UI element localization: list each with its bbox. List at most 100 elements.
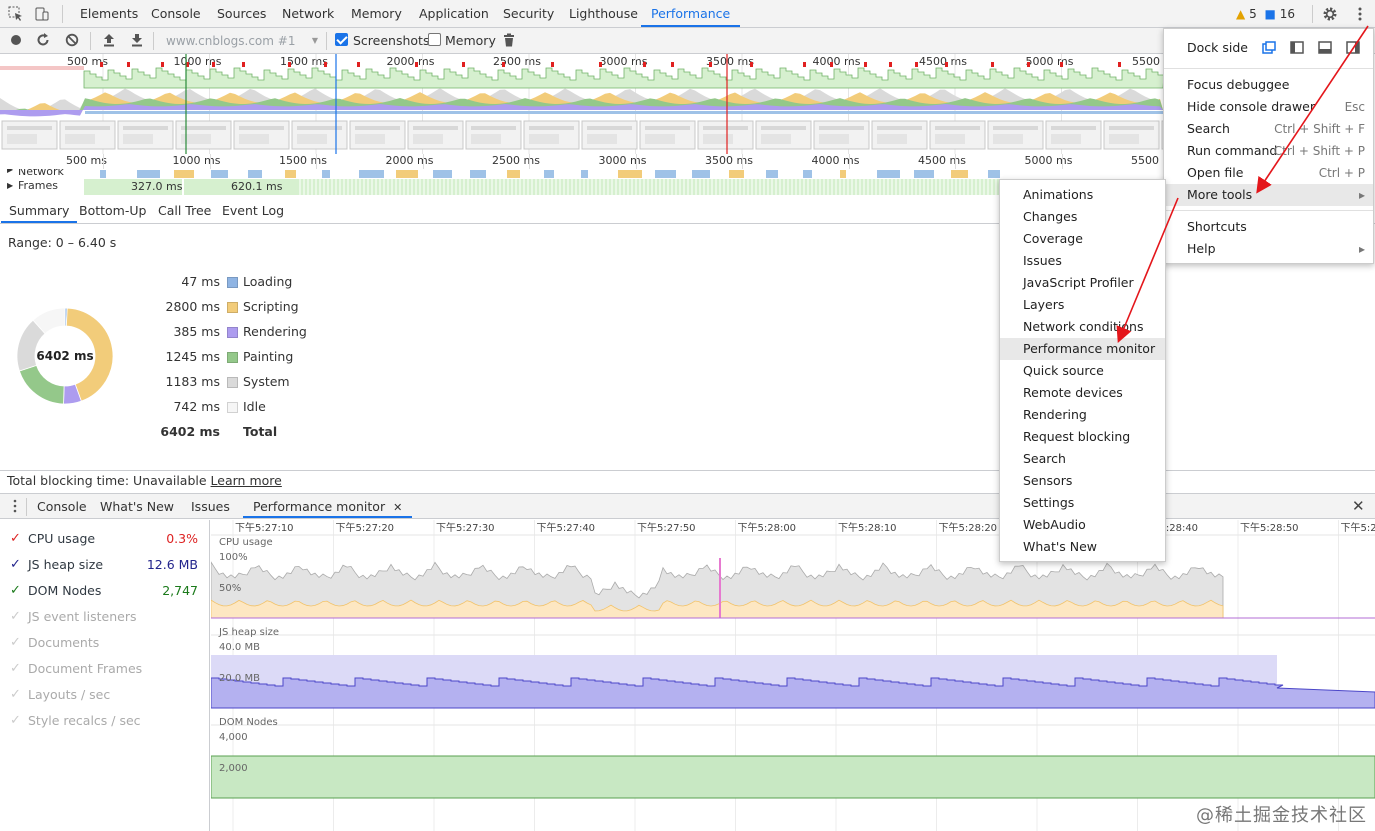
- long-frame-marker: [803, 62, 806, 67]
- more-vertical-icon[interactable]: [1352, 6, 1368, 22]
- tab-event-log[interactable]: Event Log: [214, 200, 292, 223]
- upload-icon[interactable]: [102, 33, 116, 47]
- menu-item-label: Run command: [1187, 143, 1278, 158]
- drawer-tab-issues[interactable]: Issues: [191, 494, 230, 518]
- screenshots-checkbox[interactable]: [335, 33, 348, 46]
- more-tools-item-what-s-new[interactable]: What's New: [1000, 536, 1165, 558]
- more-tools-item-javascript-profiler[interactable]: JavaScript Profiler: [1000, 272, 1165, 294]
- timeline-overview[interactable]: 500 ms 1000 ms 1500 ms 2000 ms 2500 ms 3000 m…: [0, 54, 1163, 154]
- metric-layouts-sec[interactable]: ✓ Layouts / sec: [10, 687, 202, 709]
- menu-item-help[interactable]: Help ▸: [1164, 238, 1373, 260]
- inspect-element-icon[interactable]: [8, 6, 24, 22]
- record-icon[interactable]: [9, 33, 23, 47]
- more-tools-item-coverage[interactable]: Coverage: [1000, 228, 1165, 250]
- long-frame-marker: [671, 62, 674, 67]
- more-tools-item-rendering[interactable]: Rendering: [1000, 404, 1165, 426]
- memory-checkbox[interactable]: [428, 33, 441, 46]
- gear-icon[interactable]: [1322, 6, 1338, 22]
- more-tools-item-animations[interactable]: Animations: [1000, 184, 1165, 206]
- tab-lighthouse[interactable]: Lighthouse: [569, 0, 638, 27]
- screenshot-content: [935, 134, 965, 144]
- learn-more-link[interactable]: Learn more: [211, 473, 282, 488]
- network-track[interactable]: ▶ Network: [0, 169, 1000, 178]
- dock-bottom-icon[interactable]: [1318, 41, 1332, 54]
- drawer-tab-console[interactable]: Console: [37, 494, 87, 518]
- device-toolbar-icon[interactable]: [34, 6, 50, 22]
- tab-network[interactable]: Network: [282, 0, 334, 27]
- drawer-menu-icon[interactable]: [8, 499, 22, 513]
- more-tools-item-changes[interactable]: Changes: [1000, 206, 1165, 228]
- long-frame-marker: [643, 62, 646, 67]
- more-tools-item-sensors[interactable]: Sensors: [1000, 470, 1165, 492]
- warning-icon: ▲: [1236, 7, 1246, 21]
- tab-summary[interactable]: Summary: [1, 200, 78, 223]
- metric-document-frames[interactable]: ✓ Document Frames: [10, 661, 202, 683]
- recording-select[interactable]: www.cnblogs.com #1: [160, 32, 320, 50]
- menu-item-focus-debuggee[interactable]: Focus debuggee: [1164, 74, 1373, 96]
- undock-icon[interactable]: [1262, 41, 1276, 54]
- menu-item-run-command[interactable]: Run command Ctrl + Shift + P: [1164, 140, 1373, 162]
- more-tools-item-performance-monitor[interactable]: Performance monitor: [1000, 338, 1165, 360]
- metric-name: Style recalcs / sec: [28, 713, 141, 728]
- heap-40-label: 40.0 MB: [219, 642, 260, 653]
- tab-console[interactable]: Console: [151, 0, 201, 27]
- menu-item-open-file[interactable]: Open file Ctrl + P: [1164, 162, 1373, 184]
- dock-left-icon[interactable]: [1290, 41, 1304, 54]
- fps-drop-bar: [0, 66, 84, 70]
- more-tools-item-settings[interactable]: Settings: [1000, 492, 1165, 514]
- tab-elements[interactable]: Elements: [80, 0, 138, 27]
- dock-right-icon[interactable]: [1346, 41, 1360, 54]
- metric-js-event-listeners[interactable]: ✓ JS event listeners: [10, 609, 202, 631]
- metric-value: 0.3%: [166, 531, 198, 546]
- more-tools-item-issues[interactable]: Issues: [1000, 250, 1165, 272]
- menu-item-shortcuts[interactable]: Shortcuts: [1164, 216, 1373, 238]
- summary-category: Painting: [243, 349, 294, 364]
- timeline-tick-label: 4500 ms: [918, 154, 966, 167]
- more-tools-item-remote-devices[interactable]: Remote devices: [1000, 382, 1165, 404]
- menu-item-search[interactable]: Search Ctrl + Shift + F: [1164, 118, 1373, 140]
- drawer-tab-performance-monitor[interactable]: Performance monitor ✕: [243, 494, 413, 518]
- summary-row-system: 1183 ms System: [150, 374, 350, 394]
- long-frame-marker: [502, 62, 505, 67]
- checkmark-icon: ✓: [10, 609, 21, 624]
- more-tools-item-layers[interactable]: Layers: [1000, 294, 1165, 316]
- close-tab-icon[interactable]: ✕: [393, 501, 402, 514]
- tab-bottom-up[interactable]: Bottom-Up: [71, 200, 154, 223]
- trash-icon[interactable]: [502, 33, 516, 47]
- summary-category: Scripting: [243, 299, 299, 314]
- metric-style-recalcs-sec[interactable]: ✓ Style recalcs / sec: [10, 713, 202, 735]
- tab-memory[interactable]: Memory: [351, 0, 402, 27]
- tab-security[interactable]: Security: [503, 0, 554, 27]
- menu-item-hide-console-drawer[interactable]: Hide console drawer Esc: [1164, 96, 1373, 118]
- download-icon[interactable]: [130, 33, 144, 47]
- more-tools-item-search[interactable]: Search: [1000, 448, 1165, 470]
- drawer-tab-whats-new[interactable]: What's New: [100, 494, 174, 518]
- tab-call-tree[interactable]: Call Tree: [150, 200, 219, 223]
- metric-name: Document Frames: [28, 661, 143, 676]
- frames-track[interactable]: ▶ Frames 327.0 ms 620.1 ms: [0, 178, 1163, 196]
- menu-item-label: Open file: [1187, 165, 1244, 180]
- network-request-bar: [914, 170, 934, 178]
- message-icon: ■: [1264, 7, 1276, 21]
- screenshot-content: [993, 126, 1038, 130]
- menu-item-more-tools[interactable]: More tools ▸: [1164, 184, 1373, 206]
- more-tools-submenu: Animations Changes Coverage Issues JavaScrip…: [999, 179, 1166, 562]
- tab-application[interactable]: Application: [419, 0, 489, 27]
- more-tools-item-request-blocking[interactable]: Request blocking: [1000, 426, 1165, 448]
- close-drawer-icon[interactable]: ✕: [1352, 497, 1365, 515]
- reload-icon[interactable]: [36, 33, 50, 47]
- long-frame-marker: [288, 62, 291, 67]
- tab-performance[interactable]: Performance: [641, 0, 741, 27]
- metric-dom-nodes[interactable]: ✓ DOM Nodes 2,747: [10, 583, 202, 605]
- metric-cpu-usage[interactable]: ✓ CPU usage 0.3%: [10, 531, 202, 553]
- metric-js-heap-size[interactable]: ✓ JS heap size 12.6 MB: [10, 557, 202, 579]
- more-tools-item-network-conditions[interactable]: Network conditions: [1000, 316, 1165, 338]
- issues-counter[interactable]: ▲ 5 ■ 16: [1236, 7, 1295, 21]
- more-tools-item-quick-source[interactable]: Quick source: [1000, 360, 1165, 382]
- menu-item-label: Search: [1187, 121, 1230, 136]
- more-tools-item-webaudio[interactable]: WebAudio: [1000, 514, 1165, 536]
- clear-icon[interactable]: [65, 33, 79, 47]
- ruler-gridline: [848, 154, 850, 169]
- tab-sources[interactable]: Sources: [217, 0, 266, 27]
- metric-documents[interactable]: ✓ Documents: [10, 635, 202, 657]
